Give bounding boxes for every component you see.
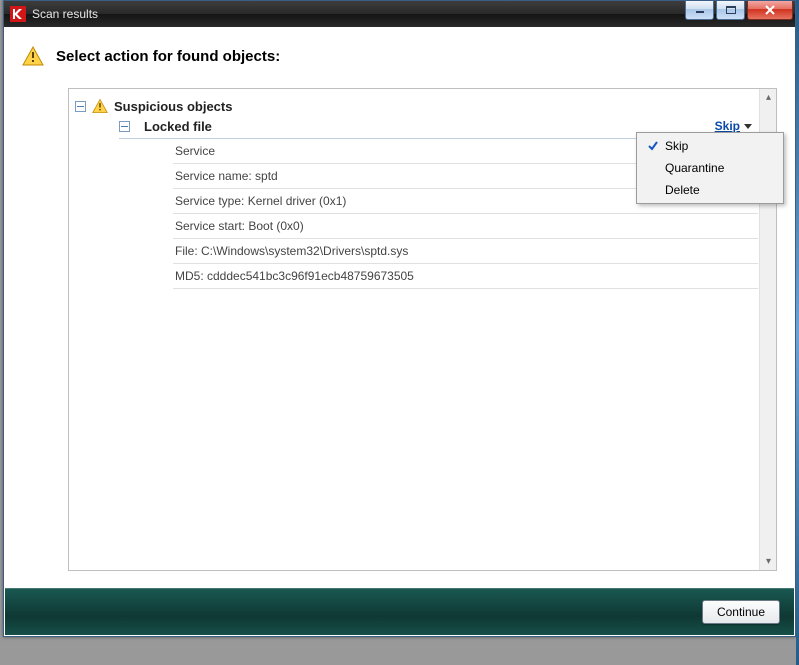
page-heading: Select action for found objects: [56, 48, 280, 65]
continue-button[interactable]: Continue [702, 600, 780, 624]
action-dropdown-trigger[interactable]: Skip [715, 119, 752, 133]
collapse-icon[interactable] [119, 121, 130, 132]
dropdown-item-label: Quarantine [665, 161, 724, 175]
detail-row: MD5: cdddec541bc3c96f91ecb48759673505 [173, 264, 758, 289]
body-area: Select action for found objects: ▴ ▾ Sus… [12, 34, 787, 581]
dropdown-item-label: Delete [665, 183, 700, 197]
titlebar: Scan results [4, 1, 795, 27]
warning-icon [22, 46, 44, 66]
subcategory-label: Locked file [144, 119, 212, 134]
scroll-up-icon[interactable]: ▴ [760, 89, 777, 106]
dropdown-item-quarantine[interactable]: Quarantine [639, 157, 781, 179]
detail-row: File: C:\Windows\system32\Drivers\sptd.s… [173, 239, 758, 264]
scroll-down-icon[interactable]: ▾ [760, 553, 777, 570]
warning-icon [92, 98, 108, 114]
footer-bar: Continue [5, 588, 794, 635]
action-dropdown-menu: Skip Quarantine Delete [636, 132, 784, 204]
kaspersky-icon [10, 6, 26, 22]
scan-results-window: Scan results Select action for found obj… [3, 0, 796, 637]
maximize-button[interactable] [716, 1, 745, 20]
chevron-down-icon [744, 124, 752, 129]
detail-row: Service start: Boot (0x0) [173, 214, 758, 239]
category-row[interactable]: Suspicious objects [75, 95, 758, 117]
action-label: Skip [715, 119, 740, 133]
checkmark-icon [641, 140, 665, 152]
dropdown-item-skip[interactable]: Skip [639, 135, 781, 157]
window-title: Scan results [32, 7, 98, 21]
category-label: Suspicious objects [114, 99, 232, 114]
dropdown-item-delete[interactable]: Delete [639, 179, 781, 201]
close-button[interactable] [747, 1, 793, 20]
minimize-button[interactable] [685, 1, 714, 20]
collapse-icon[interactable] [75, 101, 86, 112]
dropdown-item-label: Skip [665, 139, 688, 153]
